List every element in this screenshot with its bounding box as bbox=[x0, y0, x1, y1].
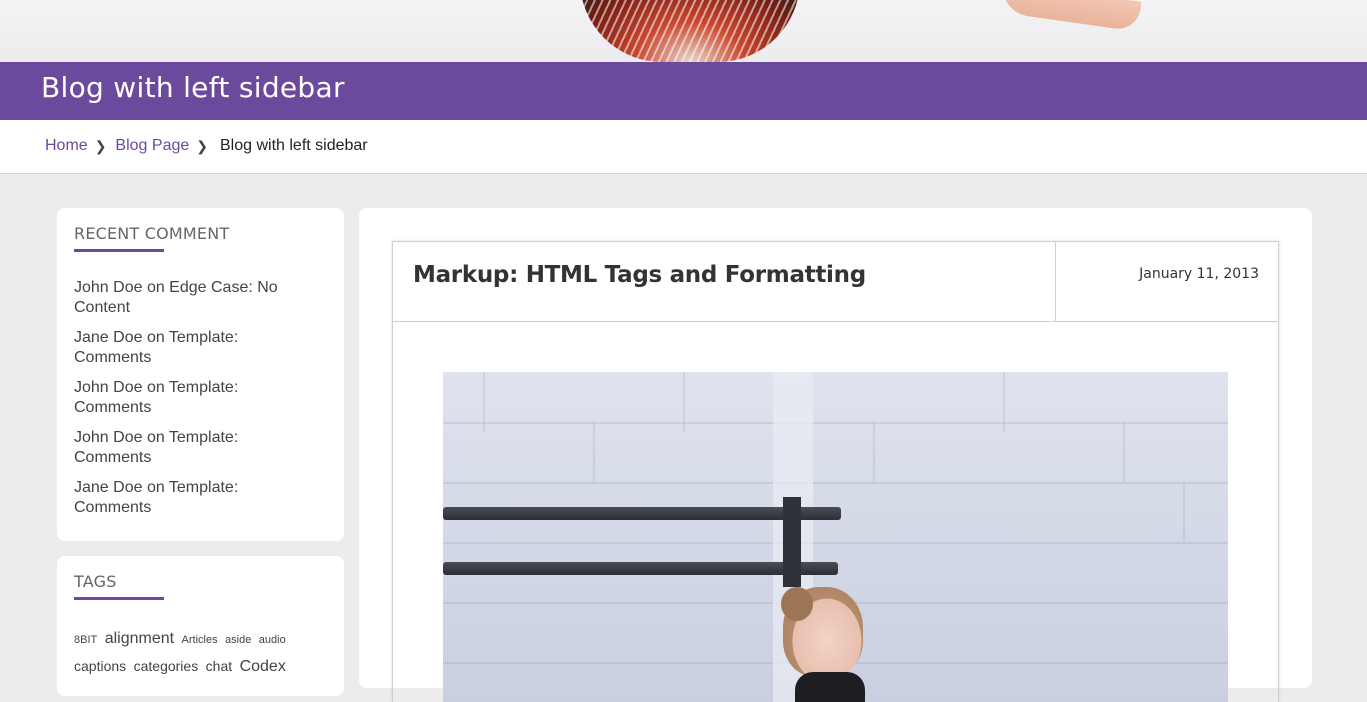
page-title: Blog with left sidebar bbox=[41, 71, 345, 104]
tag-cloud: 8BIT alignment Articles aside audio capt… bbox=[74, 626, 334, 680]
tag-link[interactable]: categories bbox=[134, 658, 199, 674]
tag-link[interactable]: audio bbox=[259, 634, 286, 646]
wall-line bbox=[483, 372, 485, 432]
recent-comment-item[interactable]: Jane Doe on Template: Comments bbox=[74, 328, 314, 368]
wall-line bbox=[443, 422, 1228, 424]
tag-link[interactable]: chat bbox=[206, 658, 232, 674]
recent-comments-widget: RECENT COMMENT John Doe on Edge Case: No… bbox=[57, 208, 344, 541]
post-date: January 11, 2013 bbox=[1139, 266, 1259, 282]
recent-comments-heading: RECENT COMMENT bbox=[74, 224, 230, 243]
tag-link[interactable]: 8BIT bbox=[74, 634, 97, 646]
hero-banner-image bbox=[0, 0, 1367, 62]
tag-link[interactable]: Codex bbox=[240, 658, 286, 675]
chevron-right-icon: ❯ bbox=[196, 137, 208, 154]
tags-widget: TAGS 8BIT alignment Articles aside audio… bbox=[57, 556, 344, 696]
wall-line bbox=[683, 372, 685, 432]
blog-post: Markup: HTML Tags and Formatting January… bbox=[392, 241, 1279, 702]
wall-line bbox=[1003, 372, 1005, 432]
breadcrumb: Home ❯ Blog Page ❯ Blog with left sideba… bbox=[0, 120, 1367, 174]
page-title-band: Blog with left sidebar bbox=[0, 62, 1367, 120]
breadcrumb-current: Blog with left sidebar bbox=[220, 137, 368, 154]
chevron-right-icon: ❯ bbox=[94, 137, 107, 154]
heading-underline bbox=[74, 249, 164, 252]
wall-line bbox=[443, 542, 1228, 544]
tag-link[interactable]: aside bbox=[225, 634, 251, 646]
tag-link[interactable]: Articles bbox=[182, 634, 218, 646]
post-header: Markup: HTML Tags and Formatting January… bbox=[393, 242, 1278, 322]
dancer-body bbox=[795, 672, 865, 702]
tag-link[interactable]: alignment bbox=[105, 630, 174, 647]
barre-stand bbox=[783, 497, 801, 587]
tags-heading: TAGS bbox=[74, 572, 117, 591]
post-title[interactable]: Markup: HTML Tags and Formatting bbox=[413, 262, 866, 288]
post-featured-image[interactable] bbox=[443, 372, 1228, 702]
tag-link[interactable]: captions bbox=[74, 658, 126, 674]
breadcrumb-blog-page-link[interactable]: Blog Page bbox=[115, 137, 189, 155]
hero-arm-detail bbox=[998, 0, 1142, 32]
hero-costume-detail bbox=[580, 0, 800, 62]
wall-line bbox=[443, 482, 1228, 484]
dancer-hair-bun bbox=[781, 587, 813, 621]
wall-line bbox=[1123, 422, 1125, 482]
recent-comments-list: John Doe on Edge Case: No Content Jane D… bbox=[74, 278, 314, 528]
wall-line bbox=[1183, 482, 1185, 542]
recent-comment-item[interactable]: Jane Doe on Template: Comments bbox=[74, 478, 314, 518]
breadcrumb-home-link[interactable]: Home bbox=[45, 137, 88, 155]
wall-line bbox=[593, 422, 595, 482]
wall-line bbox=[873, 422, 875, 482]
ballet-barre bbox=[443, 507, 841, 520]
recent-comment-item[interactable]: John Doe on Edge Case: No Content bbox=[74, 278, 314, 318]
main-content: Markup: HTML Tags and Formatting January… bbox=[359, 208, 1312, 702]
ballet-barre bbox=[443, 562, 838, 575]
heading-underline bbox=[74, 597, 164, 600]
recent-comment-item[interactable]: John Doe on Template: Comments bbox=[74, 428, 314, 468]
post-date-cell: January 11, 2013 bbox=[1055, 242, 1279, 321]
recent-comment-item[interactable]: John Doe on Template: Comments bbox=[74, 378, 314, 418]
